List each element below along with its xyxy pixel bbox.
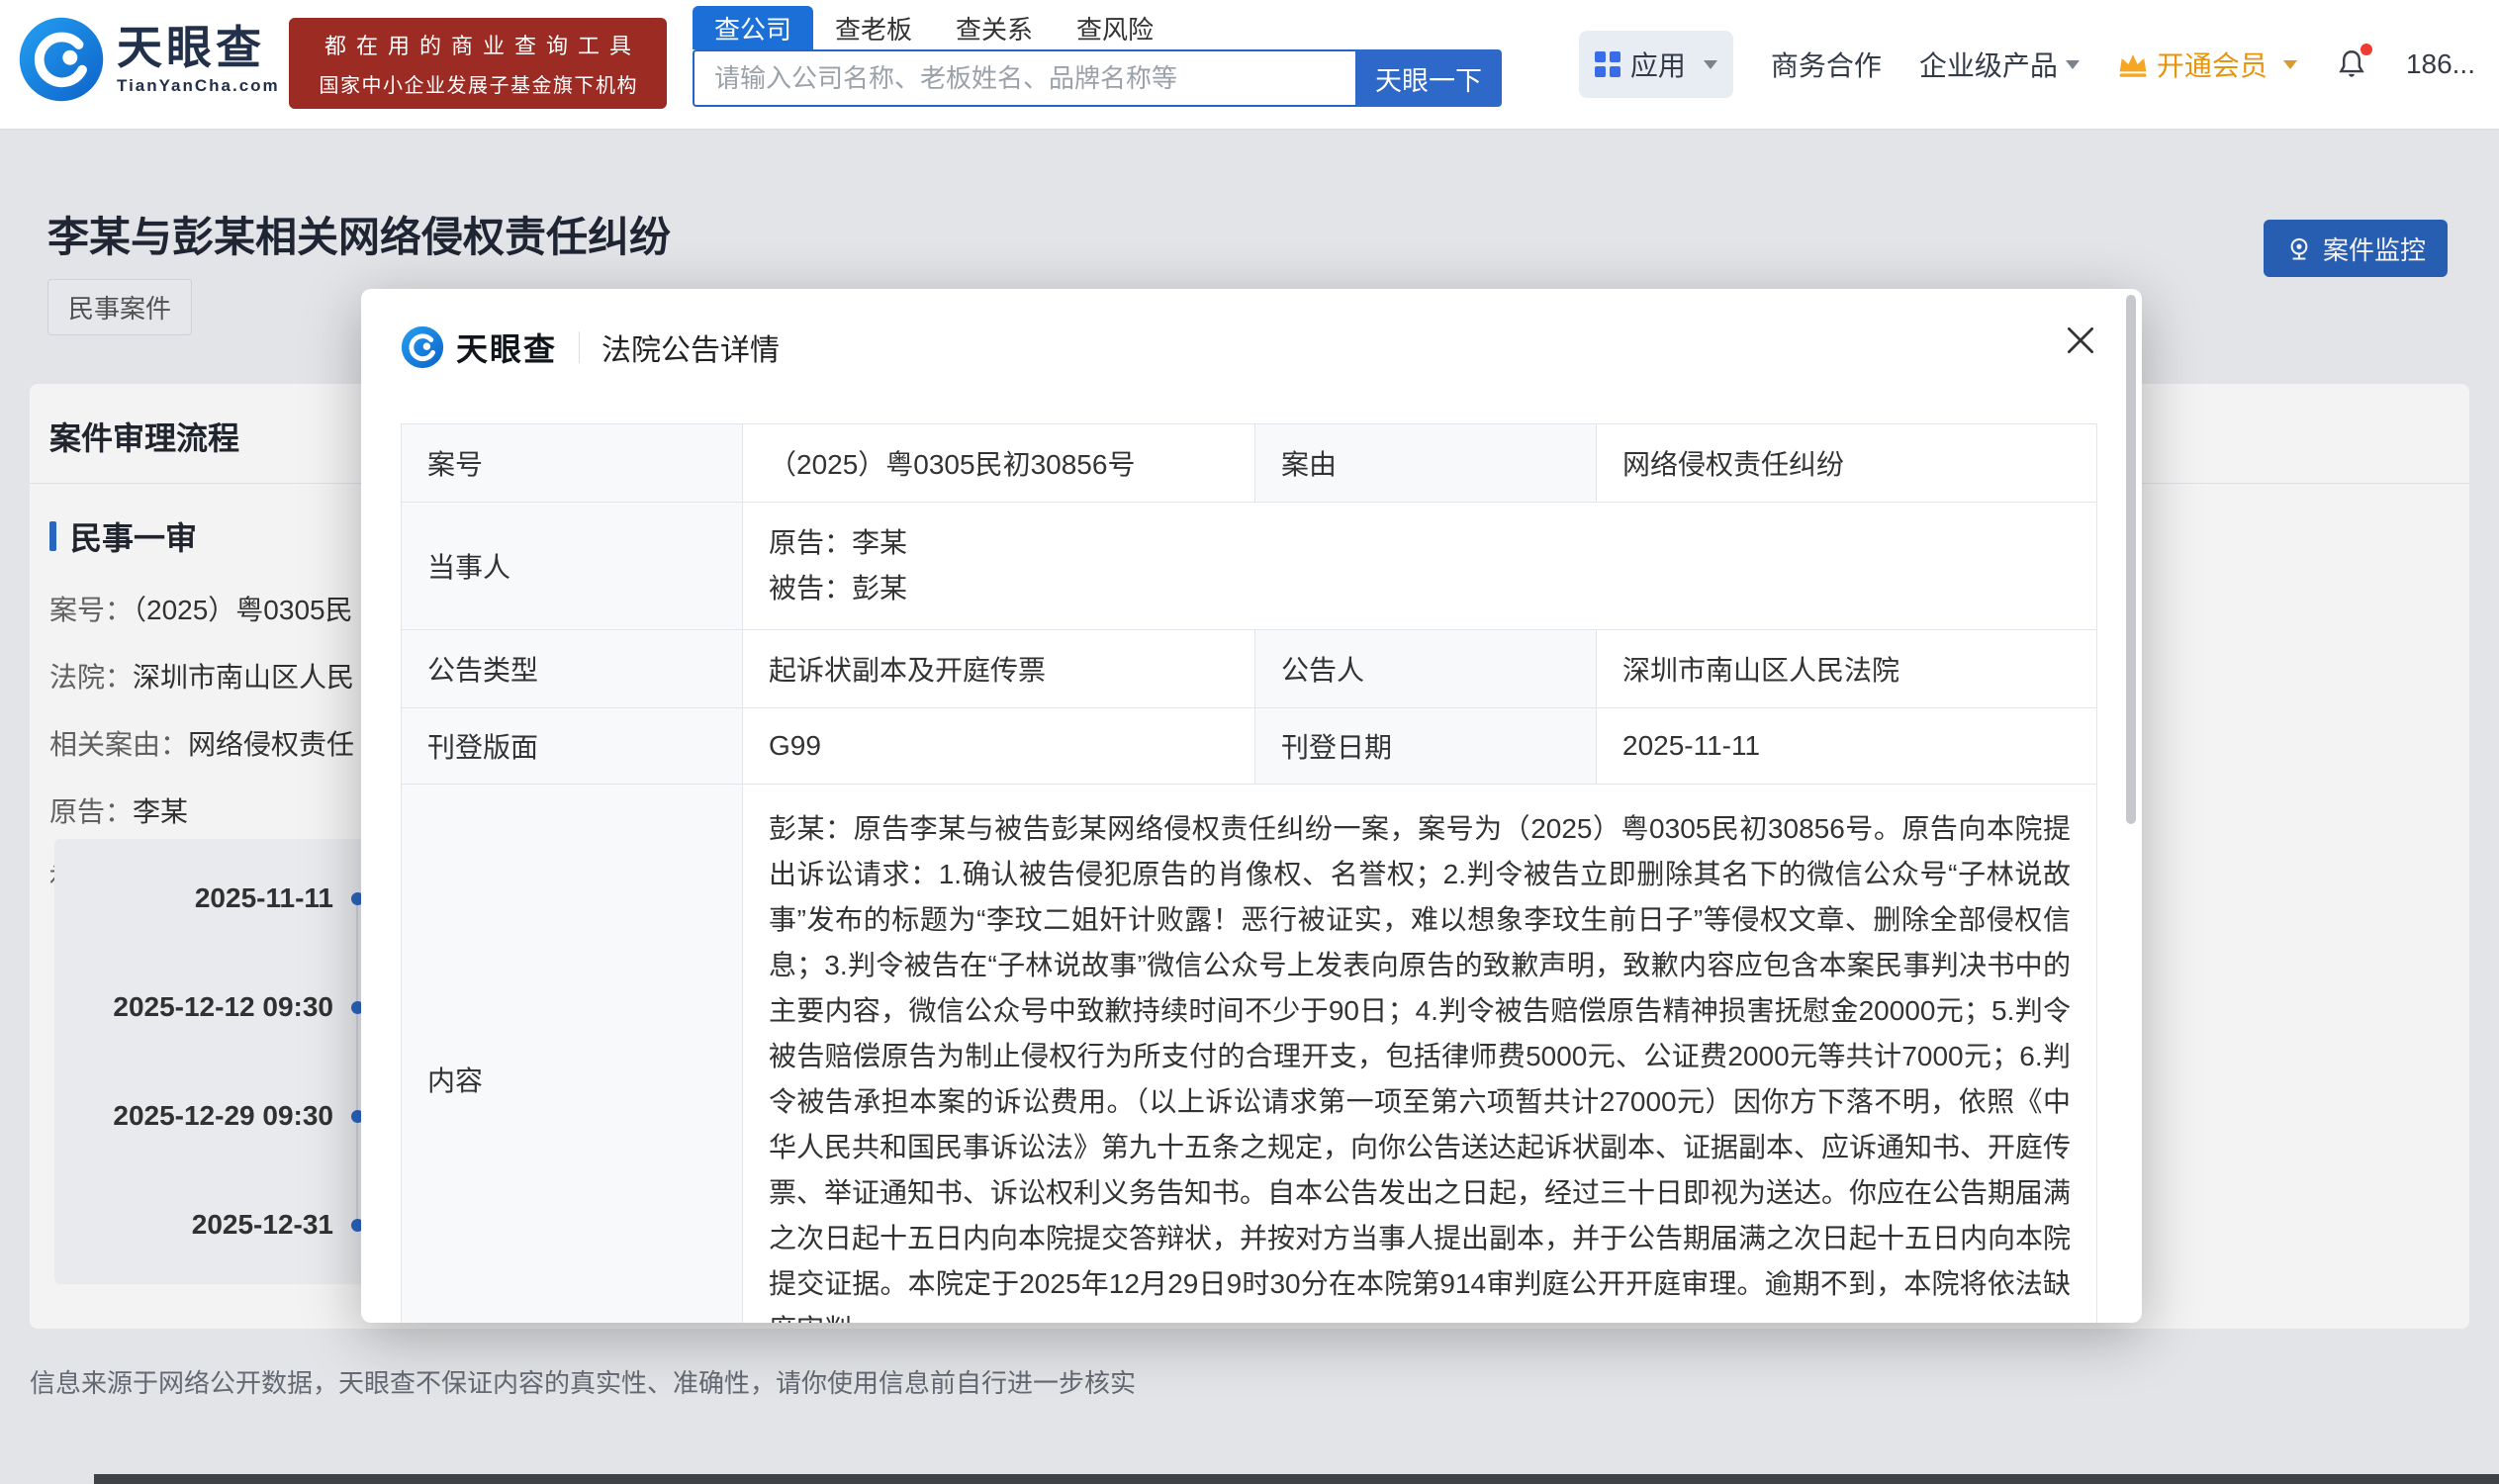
bottom-window-edge — [94, 1474, 2499, 1484]
header-nav: 应用 商务合作 企业级产品 开通会员 — [1579, 0, 2475, 129]
nav-enterprise[interactable]: 企业级产品 — [1919, 45, 2080, 84]
page-title: 李某与彭某相关网络侵权责任纠纷 — [47, 204, 671, 264]
table-row: 刊登版面 G99 刊登日期 2025-11-11 — [402, 708, 2097, 785]
timeline-item: 2025-12-12 09:30 — [54, 982, 364, 1032]
announcement-type-value: 起诉状副本及开庭传票 — [743, 630, 1255, 708]
nav-phone[interactable]: 186... — [2406, 48, 2475, 80]
announcer-value: 深圳市南山区人民法院 — [1597, 630, 2097, 708]
announcement-detail: 案号 （2025）粤0305民初30856号 案由 网络侵权责任纠纷 当事人 原… — [401, 423, 2097, 1323]
field-value: 李某 — [133, 796, 188, 827]
search-bar: 天眼一下 — [693, 49, 1502, 107]
divider — [579, 331, 580, 363]
modal-title: 法院公告详情 — [602, 325, 780, 369]
announcement-type-label: 公告类型 — [402, 630, 743, 708]
field-label: 案号： — [49, 595, 133, 625]
case-monitor-label: 案件监控 — [2323, 231, 2426, 267]
content-cell: 彭某：原告李某与被告彭某网络侵权责任纠纷一案，案号为（2025）粤0305民初3… — [743, 785, 2097, 1324]
promo-line2: 国家中小企业发展子基金旗下机构 — [320, 69, 639, 98]
brand-name: 天眼查 — [117, 23, 280, 73]
tab-relation[interactable]: 查关系 — [934, 6, 1055, 49]
parties-value: 原告：李某 被告：彭某 — [743, 503, 2097, 630]
timeline-item: 2025-12-31 — [54, 1200, 364, 1250]
table-row: 案号 （2025）粤0305民初30856号 案由 网络侵权责任纠纷 — [402, 424, 2097, 503]
announcement-content: 彭某：原告李某与被告彭某网络侵权责任纠纷一案，案号为（2025）粤0305民初3… — [769, 806, 2071, 1323]
nav-apps[interactable]: 应用 — [1579, 31, 1733, 98]
accent-bar — [49, 521, 56, 551]
nav-enterprise-label: 企业级产品 — [1919, 45, 2058, 84]
content-label: 内容 — [402, 785, 743, 1324]
parties-label: 当事人 — [402, 503, 743, 630]
timeline-line — [356, 898, 358, 1225]
tianyancha-page: 天眼查 TianYanCha.com 都在用的商业查询工具 国家中小企业发展子基… — [0, 0, 2499, 1484]
layout-label: 刊登版面 — [402, 708, 743, 785]
brand-logo[interactable]: 天眼查 TianYanCha.com — [18, 16, 280, 103]
apps-grid-icon — [1595, 51, 1620, 77]
chevron-down-icon — [2066, 60, 2080, 69]
close-button[interactable] — [2063, 323, 2098, 361]
tab-boss[interactable]: 查老板 — [813, 6, 934, 49]
disclaimer: 信息来源于网络公开数据，天眼查不保证内容的真实性、准确性，请你使用信息前自行进一… — [30, 1363, 1136, 1400]
cause-label: 案由 — [1255, 424, 1597, 503]
case-type-tag: 民事案件 — [47, 279, 192, 335]
brand-domain: TianYanCha.com — [117, 76, 280, 96]
timeline-date: 2025-11-11 — [54, 882, 333, 914]
crown-icon — [2117, 48, 2149, 80]
field-label: 法院： — [49, 662, 133, 693]
header: 天眼查 TianYanCha.com 都在用的商业查询工具 国家中小企业发展子基… — [0, 0, 2499, 130]
modal-header: 天眼查 法院公告详情 — [401, 325, 780, 370]
tianyancha-logo-icon — [18, 16, 105, 103]
field-label: 相关案由： — [49, 729, 188, 760]
tab-risk[interactable]: 查风险 — [1055, 6, 1175, 49]
nav-vip[interactable]: 开通会员 — [2117, 45, 2297, 84]
field-value: 深圳市南山区人民 — [133, 662, 354, 693]
promo-badge: 都在用的商业查询工具 国家中小企业发展子基金旗下机构 — [289, 18, 667, 109]
field-label: 原告： — [49, 796, 133, 827]
timeline-date: 2025-12-29 09:30 — [54, 1100, 333, 1132]
cause-value: 网络侵权责任纠纷 — [1597, 424, 2097, 503]
search-input[interactable] — [693, 49, 1355, 107]
detail-table: 案号 （2025）粤0305民初30856号 案由 网络侵权责任纠纷 当事人 原… — [401, 423, 2097, 1323]
field-value: （2025）粤0305民 — [133, 595, 353, 625]
timeline-item: 2025-11-11 — [54, 874, 364, 923]
nav-cooperation[interactable]: 商务合作 — [1771, 45, 1882, 84]
trial-title: 民事一审 — [70, 513, 197, 559]
chevron-down-icon — [2283, 60, 2297, 69]
announcer-label: 公告人 — [1255, 630, 1597, 708]
modal-scrollbar[interactable] — [2126, 295, 2136, 824]
timeline-date: 2025-12-12 09:30 — [54, 991, 333, 1023]
nav-apps-label: 应用 — [1630, 45, 1686, 84]
table-row: 内容 彭某：原告李某与被告彭某网络侵权责任纠纷一案，案号为（2025）粤0305… — [402, 785, 2097, 1324]
case-number-label: 案号 — [402, 424, 743, 503]
tianyancha-logo-icon — [401, 325, 444, 369]
search-tabs: 查公司 查老板 查关系 查风险 — [693, 6, 1502, 49]
timeline-date: 2025-12-31 — [54, 1209, 333, 1241]
close-icon — [2063, 323, 2098, 358]
chevron-down-icon — [1704, 60, 1717, 69]
court-announcement-modal: 天眼查 法院公告详情 案号 （2025）粤0305民初30856号 案由 网络侵… — [361, 289, 2142, 1323]
defendant-line: 被告：彭某 — [769, 566, 2071, 611]
search-button[interactable]: 天眼一下 — [1355, 49, 1502, 107]
table-row: 当事人 原告：李某 被告：彭某 — [402, 503, 2097, 630]
case-monitor-button[interactable]: 案件监控 — [2264, 220, 2448, 277]
notification-dot — [2360, 44, 2372, 55]
table-row: 公告类型 起诉状副本及开庭传票 公告人 深圳市南山区人民法院 — [402, 630, 2097, 708]
tab-company[interactable]: 查公司 — [693, 6, 813, 49]
plaintiff-line: 原告：李某 — [769, 520, 2071, 566]
timeline-item: 2025-12-29 09:30 — [54, 1091, 364, 1141]
promo-line1: 都在用的商业查询工具 — [324, 29, 641, 60]
search-area: 查公司 查老板 查关系 查风险 天眼一下 — [693, 6, 1502, 107]
layout-value: G99 — [743, 708, 1255, 785]
nav-vip-label: 开通会员 — [2157, 45, 2268, 84]
modal-brand-name: 天眼查 — [456, 325, 557, 370]
case-number-value: （2025）粤0305民初30856号 — [743, 424, 1255, 503]
publish-date-value: 2025-11-11 — [1597, 708, 2097, 785]
field-value: 网络侵权责任 — [188, 729, 354, 760]
brand-text: 天眼查 TianYanCha.com — [117, 23, 280, 96]
monitor-icon — [2285, 234, 2313, 262]
publish-date-label: 刊登日期 — [1255, 708, 1597, 785]
notification-bell[interactable] — [2335, 47, 2368, 81]
